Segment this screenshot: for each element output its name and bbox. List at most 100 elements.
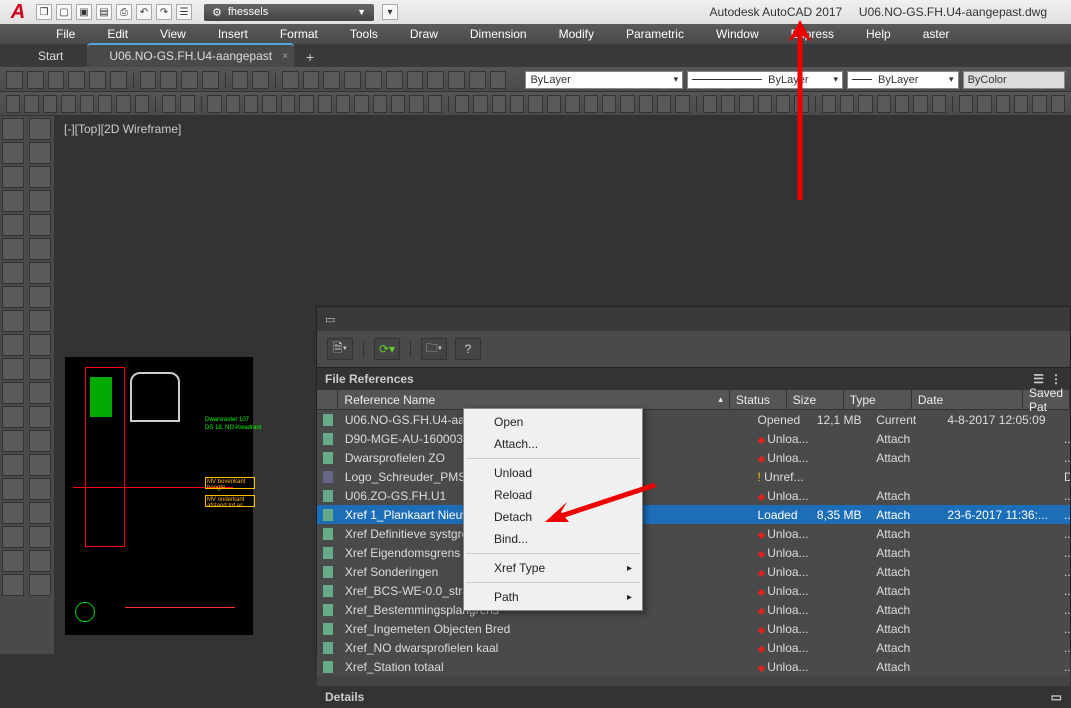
rectangle-icon[interactable] [2, 214, 24, 236]
light-icon[interactable] [6, 95, 20, 113]
autocad-logo-icon[interactable]: A [4, 2, 32, 22]
new-drawing-icon[interactable] [6, 71, 23, 89]
block-icon[interactable] [675, 95, 689, 113]
menu-attach[interactable]: Attach... [464, 433, 642, 455]
mirror-tool-icon[interactable] [29, 166, 51, 188]
menu-insert[interactable]: Insert [202, 25, 264, 43]
hatch-tool-icon[interactable] [2, 454, 24, 476]
chamfer-icon[interactable] [373, 95, 387, 113]
table-tool-icon[interactable] [2, 526, 24, 548]
fillet-icon[interactable] [354, 95, 368, 113]
scale-icon[interactable] [299, 95, 313, 113]
layer-icon[interactable]: ☰ [176, 4, 192, 20]
pan-icon[interactable] [282, 71, 299, 89]
paste-icon[interactable] [181, 71, 198, 89]
polygon-icon[interactable] [2, 190, 24, 212]
mirror-icon[interactable] [281, 95, 295, 113]
zoom-previous-icon[interactable] [344, 71, 361, 89]
dim-diameter-icon[interactable] [776, 95, 790, 113]
menu-xref-type[interactable]: Xref Type▸ [464, 557, 642, 579]
menu-format[interactable]: Format [264, 25, 334, 43]
menu-parametric[interactable]: Parametric [610, 25, 700, 43]
line-icon[interactable] [455, 95, 469, 113]
menu-aster[interactable]: aster [907, 25, 966, 43]
col-size[interactable]: Size [787, 390, 844, 409]
xref-row[interactable]: Xref_Station totaal◆Unloa...Attach..\Xre… [317, 657, 1070, 676]
move-tool-icon[interactable] [29, 238, 51, 260]
break-icon[interactable] [29, 406, 51, 428]
menu-edit[interactable]: Edit [91, 25, 144, 43]
open-icon[interactable]: ▢ [56, 4, 72, 20]
menu-path[interactable]: Path▸ [464, 586, 642, 608]
markup-icon[interactable] [448, 71, 465, 89]
measure-icon[interactable] [959, 95, 973, 113]
close-icon[interactable]: × [282, 51, 288, 62]
extend-tool-icon[interactable] [29, 358, 51, 380]
refresh-icon[interactable]: ⟳▾ [374, 338, 400, 360]
offset-icon[interactable] [29, 190, 51, 212]
text-a-big-icon[interactable] [29, 550, 51, 572]
spline-tool-icon[interactable] [2, 310, 24, 332]
dim-radius-icon[interactable] [758, 95, 772, 113]
extend-icon[interactable] [336, 95, 350, 113]
erase-icon[interactable] [409, 95, 423, 113]
move-icon[interactable] [207, 95, 221, 113]
dim-linear-icon[interactable] [703, 95, 717, 113]
col-date[interactable]: Date [912, 390, 1023, 409]
xref-row[interactable]: Xref Sonderingen◆Unloa...Attach..\Xref S… [317, 562, 1070, 581]
layer-walk-icon[interactable] [135, 95, 149, 113]
xref-row[interactable]: Xref_NO dwarsprofielen kaal◆Unloa...Atta… [317, 638, 1070, 657]
distance-icon[interactable] [1014, 95, 1028, 113]
xref-row[interactable]: D90-MGE-AU-1600031_DBL-08-01◆Unloa...Att… [317, 429, 1070, 448]
menu-unload[interactable]: Unload [464, 462, 642, 484]
trim-icon[interactable] [318, 95, 332, 113]
massprop-icon[interactable] [1051, 95, 1065, 113]
ole-icon[interactable] [895, 95, 909, 113]
menu-express[interactable]: Express [775, 25, 850, 43]
help-tool-icon[interactable]: ? [455, 338, 481, 360]
menu-bind[interactable]: Bind... [464, 528, 642, 550]
grip-icon[interactable]: ▭ [325, 313, 335, 326]
erase-tool-icon[interactable] [29, 118, 51, 140]
dim-angular-icon[interactable] [739, 95, 753, 113]
cut-icon[interactable] [140, 71, 157, 89]
leader-icon[interactable] [794, 95, 808, 113]
layer-off-icon[interactable] [98, 95, 112, 113]
array-tool-icon[interactable] [29, 214, 51, 236]
publish-icon[interactable] [110, 71, 127, 89]
dim-aligned-icon[interactable] [721, 95, 735, 113]
zoom-icon[interactable] [303, 71, 320, 89]
revcloud-icon[interactable] [2, 286, 24, 308]
arc-tool-icon[interactable] [2, 238, 24, 260]
break-at-icon[interactable] [29, 382, 51, 404]
plot-preview-icon[interactable] [89, 71, 106, 89]
col-type[interactable]: Type [844, 390, 912, 409]
col-status[interactable]: Status [730, 390, 787, 409]
layer-prev-icon[interactable] [180, 95, 194, 113]
array-icon[interactable] [391, 95, 405, 113]
menu-file[interactable]: File [40, 25, 91, 43]
attach-dwg-icon[interactable]: 🗎▾ [327, 338, 353, 360]
spline-icon[interactable] [584, 95, 598, 113]
saveas-icon[interactable]: ▤ [96, 4, 112, 20]
plotstyle-dropdown[interactable]: ByColor [963, 71, 1065, 89]
match-properties-icon[interactable] [202, 71, 219, 89]
plot-drawing-icon[interactable] [68, 71, 85, 89]
region-icon[interactable] [620, 95, 634, 113]
arc-icon[interactable] [510, 95, 524, 113]
menu-tools[interactable]: Tools [334, 25, 394, 43]
xref-row[interactable]: Xref Definitieve systgrens◆Unloa...Attac… [317, 524, 1070, 543]
make-block-icon[interactable] [2, 406, 24, 428]
sheet-set-icon[interactable] [427, 71, 444, 89]
rotate-tool-icon[interactable] [29, 262, 51, 284]
panel-titlebar[interactable]: ▭ [317, 307, 1070, 331]
list-view-icon[interactable]: ☰ [1033, 372, 1044, 386]
area-icon[interactable] [1032, 95, 1046, 113]
id-icon[interactable] [996, 95, 1010, 113]
hatch-icon[interactable] [565, 95, 579, 113]
ellipse-arc-icon[interactable] [2, 358, 24, 380]
open-drawing-icon[interactable] [27, 71, 44, 89]
col-saved-path[interactable]: Saved Pat [1023, 390, 1070, 409]
menu-modify[interactable]: Modify [543, 25, 610, 43]
menu-reload[interactable]: Reload [464, 484, 642, 506]
